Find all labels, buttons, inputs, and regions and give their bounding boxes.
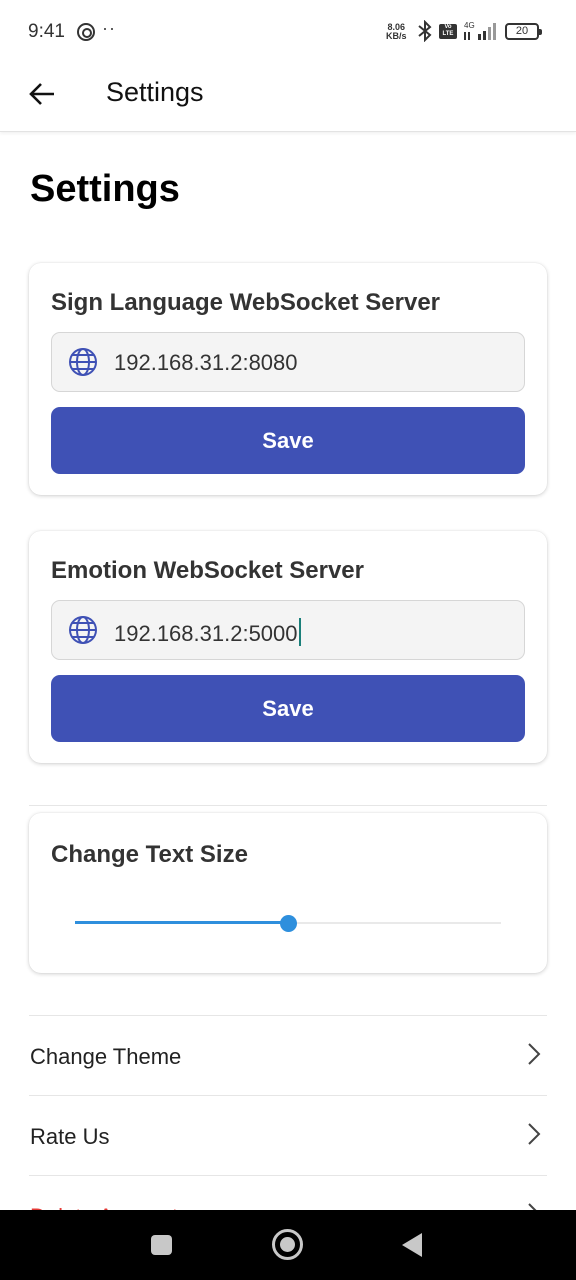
sign-server-save-button[interactable]: Save [51,407,525,474]
sign-server-title: Sign Language WebSocket Server [51,289,441,316]
menu-item-change-theme[interactable]: Change Theme [29,1016,547,1096]
system-nav-bar [0,1210,576,1280]
bluetooth-icon [418,20,432,42]
sign-server-card: Sign Language WebSocket Server 192.168.3… [29,263,547,495]
app-bar-title: Settings [106,77,204,107]
home-icon[interactable] [272,1229,303,1260]
network-speed: 8.06 KB/s [386,23,407,41]
slider-thumb[interactable] [280,915,297,932]
menu-item-rate-us[interactable]: Rate Us [29,1096,547,1176]
network-type: 4G [464,21,475,30]
divider [29,805,547,806]
emotion-server-title: Emotion WebSocket Server [51,557,364,584]
sign-server-input[interactable]: 192.168.31.2:8080 [51,332,525,392]
status-time: 9:41 [28,21,65,42]
status-bar: 9:41 ·· 8.06 KB/s Vo LTE 4G 20 [0,0,576,64]
app-bar: Settings [0,64,576,132]
slider-fill [75,921,288,924]
text-cursor [298,618,301,646]
battery-icon: 20 [505,23,542,40]
emotion-server-input[interactable]: 192.168.31.2:5000 [51,600,525,660]
emotion-server-value-wrap: 192.168.31.2:5000 [114,618,301,647]
arrow-left-icon [29,83,54,105]
recents-icon[interactable] [151,1235,172,1255]
network-speed-unit: KB/s [386,31,407,41]
back-triangle-icon[interactable] [402,1233,422,1257]
app-notification-icon [77,23,95,41]
sign-server-value: 192.168.31.2:8080 [114,350,298,375]
volte-icon: Vo LTE [439,24,457,39]
page-title: Settings [30,168,180,210]
more-notifications-icon: ·· [102,18,116,38]
globe-icon [69,616,97,644]
emotion-server-save-button[interactable]: Save [51,675,525,742]
battery-level: 20 [515,25,529,37]
menu-item-label: Rate Us [30,1124,110,1149]
emotion-server-value: 192.168.31.2:5000 [114,621,298,646]
globe-icon [69,348,97,376]
chevron-right-icon [528,1043,541,1065]
emotion-server-card: Emotion WebSocket Server 192.168.31.2:50… [29,531,547,763]
text-size-slider[interactable] [75,908,501,938]
menu-item-label: Change Theme [30,1044,182,1069]
settings-screen: 9:41 ·· 8.06 KB/s Vo LTE 4G 20 Settings … [0,0,576,1280]
chevron-right-icon [528,1123,541,1145]
text-size-title: Change Text Size [51,841,248,868]
back-button[interactable] [22,74,62,114]
signal-icon: 4G [464,21,496,40]
text-size-card: Change Text Size [29,813,547,973]
